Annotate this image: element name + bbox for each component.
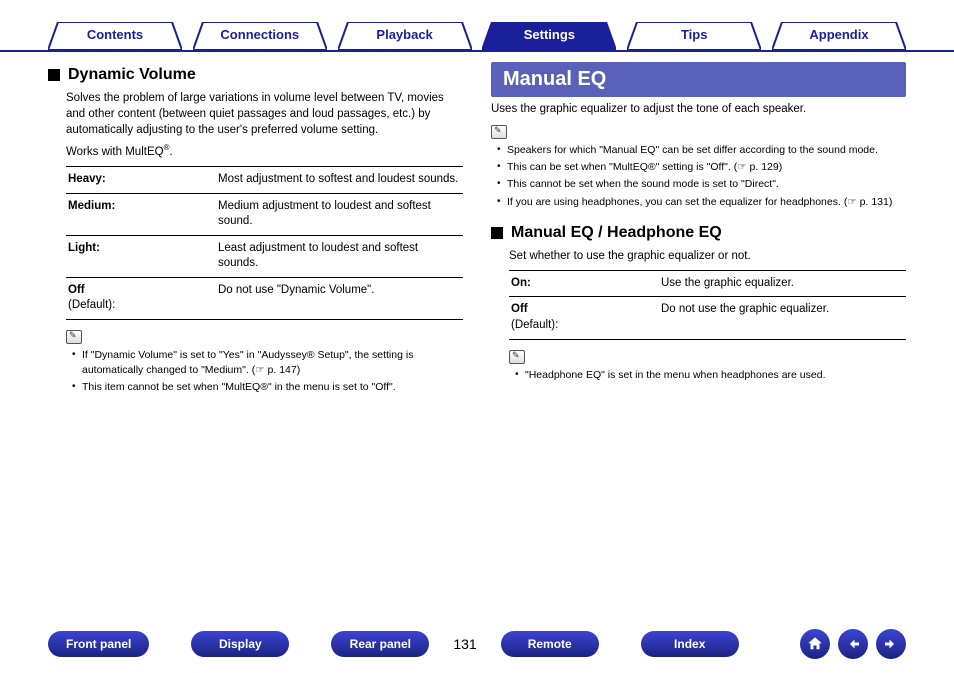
heading-text: Manual EQ / Headphone EQ — [511, 224, 722, 242]
manual-eq-banner: Manual EQ — [491, 62, 906, 97]
note-icon — [509, 350, 525, 364]
headphone-eq-notes: "Headphone EQ" is set in the menu when h… — [515, 368, 906, 383]
sub-desc: Set whether to use the graphic equalizer… — [509, 248, 906, 264]
note-item: This item cannot be set when "MultEQ®" i… — [72, 380, 463, 395]
note-icon — [491, 125, 507, 139]
option-label: Off (Default): — [511, 302, 661, 333]
square-bullet-icon — [48, 69, 60, 81]
option-desc: Use the graphic equalizer. — [661, 276, 904, 292]
option-desc: Do not use "Dynamic Volume". — [218, 283, 461, 314]
tab-connections[interactable]: Connections — [193, 22, 327, 50]
manual-eq-options: On: Use the graphic equalizer. Off (Defa… — [509, 270, 906, 340]
dynamic-volume-desc: Solves the problem of large variations i… — [66, 90, 463, 138]
manual-eq-notes: Speakers for which "Manual EQ" can be se… — [497, 143, 906, 210]
note-item: This cannot be set when the sound mode i… — [497, 177, 906, 192]
tab-label: Playback — [376, 27, 432, 42]
option-label-main: Off — [68, 284, 85, 296]
footer-nav: Front panel Display Rear panel 131 Remot… — [0, 629, 954, 659]
option-row: On: Use the graphic equalizer. — [509, 270, 906, 297]
arrow-left-icon — [844, 635, 862, 653]
note-item: If "Dynamic Volume" is set to "Yes" in "… — [72, 348, 463, 378]
footer-btn-front-panel[interactable]: Front panel — [48, 631, 149, 657]
option-label: Light: — [68, 241, 218, 272]
content-area: Dynamic Volume Solves the problem of lar… — [0, 52, 954, 397]
note-item: This can be set when "MultEQ®" setting i… — [497, 160, 906, 175]
option-label: Heavy: — [68, 172, 218, 188]
works-prefix: Works with MultEQ — [66, 146, 164, 158]
footer-btn-index[interactable]: Index — [641, 631, 739, 657]
option-desc: Most adjustment to softest and loudest s… — [218, 172, 461, 188]
tab-settings[interactable]: Settings — [482, 22, 616, 50]
next-button[interactable] — [876, 629, 906, 659]
square-bullet-icon — [491, 227, 503, 239]
option-label-default: (Default): — [511, 319, 558, 331]
option-row: Medium: Medium adjustment to loudest and… — [66, 193, 463, 235]
note-icon — [66, 330, 82, 344]
home-icon — [806, 635, 824, 653]
tab-tips[interactable]: Tips — [627, 22, 761, 50]
option-label: Medium: — [68, 199, 218, 230]
tab-appendix[interactable]: Appendix — [772, 22, 906, 50]
top-nav: Contents Connections Playback Settings T… — [0, 0, 954, 52]
tab-label: Appendix — [809, 27, 868, 42]
footer-btn-display[interactable]: Display — [191, 631, 289, 657]
option-row: Light: Least adjustment to loudest and s… — [66, 235, 463, 277]
tab-playback[interactable]: Playback — [338, 22, 472, 50]
left-column: Dynamic Volume Solves the problem of lar… — [48, 62, 463, 397]
option-label: Off (Default): — [68, 283, 218, 314]
note-item: "Headphone EQ" is set in the menu when h… — [515, 368, 906, 383]
home-button[interactable] — [800, 629, 830, 659]
note-item: If you are using headphones, you can set… — [497, 195, 906, 210]
tab-label: Settings — [524, 27, 575, 42]
option-desc: Least adjustment to loudest and softest … — [218, 241, 461, 272]
page-number: 131 — [453, 636, 476, 652]
works-with-line: Works with MultEQ®. — [66, 142, 463, 160]
option-label: On: — [511, 276, 661, 292]
option-desc: Medium adjustment to loudest and softest… — [218, 199, 461, 230]
tab-label: Tips — [681, 27, 708, 42]
manual-eq-desc: Uses the graphic equalizer to adjust the… — [491, 103, 906, 115]
prev-button[interactable] — [838, 629, 868, 659]
note-item: Speakers for which "Manual EQ" can be se… — [497, 143, 906, 158]
option-label-main: Off — [511, 303, 528, 315]
right-column: Manual EQ Uses the graphic equalizer to … — [491, 62, 906, 397]
dynamic-volume-options: Heavy: Most adjustment to softest and lo… — [66, 166, 463, 320]
works-suffix: . — [169, 146, 172, 158]
tab-label: Contents — [87, 27, 143, 42]
heading-text: Dynamic Volume — [68, 66, 196, 84]
footer-btn-remote[interactable]: Remote — [501, 631, 599, 657]
footer-btn-rear-panel[interactable]: Rear panel — [331, 631, 429, 657]
option-row: Heavy: Most adjustment to softest and lo… — [66, 166, 463, 193]
arrow-right-icon — [882, 635, 900, 653]
option-desc: Do not use the graphic equalizer. — [661, 302, 904, 333]
tab-contents[interactable]: Contents — [48, 22, 182, 50]
option-row: Off (Default): Do not use "Dynamic Volum… — [66, 277, 463, 320]
heading-dynamic-volume: Dynamic Volume — [48, 66, 463, 84]
dynamic-volume-notes: If "Dynamic Volume" is set to "Yes" in "… — [72, 348, 463, 396]
heading-manual-eq-headphone: Manual EQ / Headphone EQ — [491, 224, 906, 242]
option-label-default: (Default): — [68, 299, 115, 311]
option-row: Off (Default): Do not use the graphic eq… — [509, 296, 906, 339]
tab-label: Connections — [220, 27, 299, 42]
